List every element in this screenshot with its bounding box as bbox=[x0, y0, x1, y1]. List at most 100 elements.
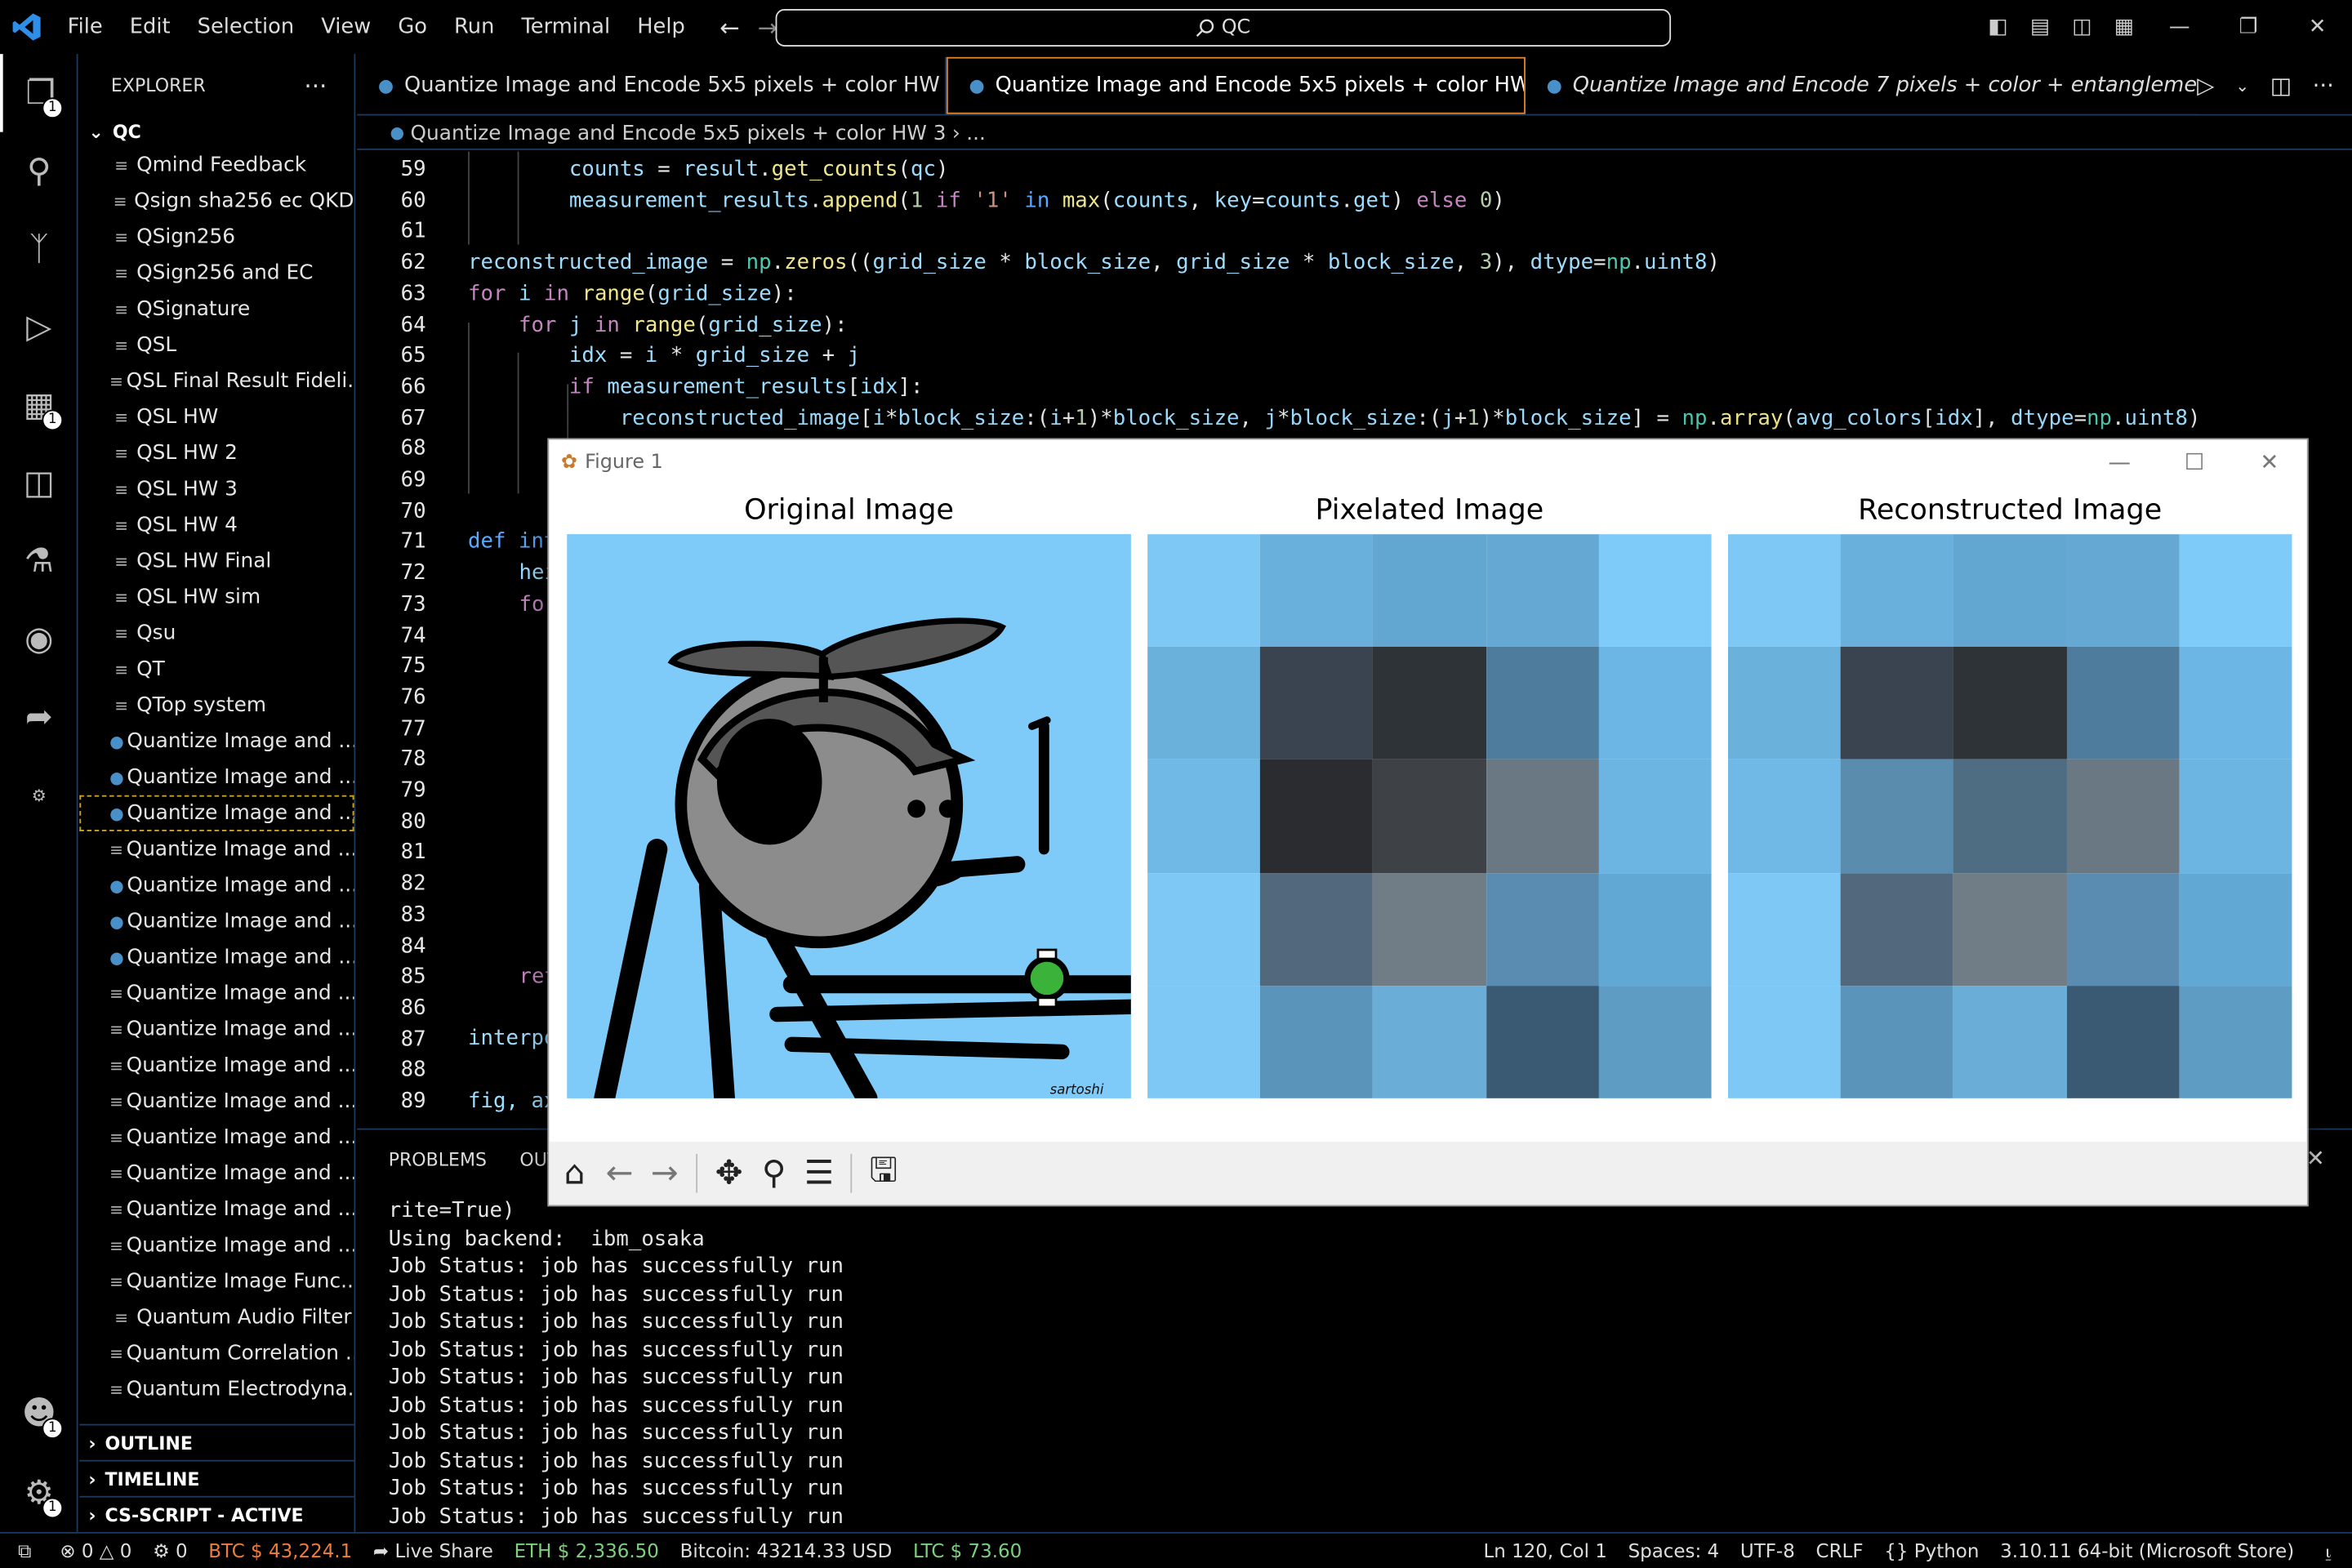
eth-price[interactable]: ETH $ 2,336.50 bbox=[504, 1539, 670, 1562]
file-item[interactable]: ≡ Quantize Image and ... bbox=[79, 1084, 354, 1120]
restore-icon[interactable]: ❐ bbox=[2214, 15, 2283, 38]
problems-status[interactable]: ⊗ 0 △ 0 bbox=[49, 1539, 142, 1562]
tab-7-pixels[interactable]: ● Quantize Image and Encode 7 pixels + co… bbox=[1526, 56, 2216, 114]
run-python-icon[interactable]: ▷ bbox=[2197, 72, 2214, 99]
menu-file[interactable]: File bbox=[54, 15, 116, 38]
breadcrumb[interactable]: ● Quantize Image and Encode 5x5 pixels +… bbox=[357, 117, 2352, 150]
figure-minimize-icon[interactable]: — bbox=[2082, 439, 2157, 484]
end-of-line[interactable]: CRLF bbox=[1806, 1539, 1874, 1562]
file-item[interactable]: ● Quantize Image and ... bbox=[79, 760, 354, 795]
file-item[interactable]: ≡ QSL HW Final bbox=[79, 543, 354, 579]
indentation[interactable]: Spaces: 4 bbox=[1618, 1539, 1730, 1562]
file-item[interactable]: ≡ Qsign sha256 ec QKD bbox=[79, 183, 354, 219]
file-item[interactable]: ≡ Quantum Electrodyna... bbox=[79, 1371, 354, 1407]
home-icon[interactable]: ⌂ bbox=[555, 1155, 595, 1192]
tab-hw3[interactable]: ● Quantize Image and Encode 5x5 pixels + … bbox=[946, 56, 1526, 114]
file-item[interactable]: ≡ QSL HW 2 bbox=[79, 435, 354, 471]
save-figure-icon[interactable]: 🖫 bbox=[864, 1145, 903, 1202]
file-item[interactable]: ≡ Quantum Correlation ... bbox=[79, 1335, 354, 1371]
timeline-section[interactable]: › TIMELINE bbox=[79, 1459, 356, 1496]
terminal-output[interactable]: rite=True) Using backend: ibm_osaka Job St… bbox=[389, 1197, 844, 1530]
file-item[interactable]: ≡ QSL HW 3 bbox=[79, 471, 354, 507]
toggle-secondary-sidebar-icon[interactable]: ◫ bbox=[2061, 15, 2103, 38]
outline-section[interactable]: › OUTLINE bbox=[79, 1423, 356, 1460]
ltc-price[interactable]: LTC $ 73.60 bbox=[902, 1539, 1032, 1562]
file-item[interactable]: ≡ QSL HW sim bbox=[79, 579, 354, 615]
python-interpreter[interactable]: 3.10.11 64-bit (Microsoft Store) bbox=[1989, 1539, 2305, 1562]
file-item[interactable]: ≡ QSign256 and EC bbox=[79, 255, 354, 291]
menu-terminal[interactable]: Terminal bbox=[508, 15, 624, 38]
cs-script-section[interactable]: › CS-SCRIPT - ACTIVE bbox=[79, 1495, 356, 1532]
more-actions-icon[interactable]: ··· bbox=[304, 71, 327, 100]
remote-icon[interactable]: ⧉ bbox=[0, 1539, 49, 1562]
customize-layout-icon[interactable]: ▦ bbox=[2103, 15, 2145, 38]
source-control-icon[interactable]: ᛉ bbox=[0, 210, 78, 288]
file-item[interactable]: ≡ Quantize Image and ... bbox=[79, 975, 354, 1011]
file-item[interactable]: ≡ Quantize Image and ... bbox=[79, 1120, 354, 1156]
bitcoin-usd[interactable]: Bitcoin: 43214.33 USD bbox=[670, 1539, 902, 1562]
figure-maximize-icon[interactable]: ☐ bbox=[2157, 439, 2232, 484]
live-share-icon[interactable]: ➦ bbox=[0, 678, 78, 756]
file-item[interactable]: ≡ QSL bbox=[79, 327, 354, 363]
menu-selection[interactable]: Selection bbox=[184, 15, 308, 38]
extensions-icon[interactable]: ▦ 1 bbox=[0, 366, 78, 444]
figure-close-icon[interactable]: ✕ bbox=[2232, 439, 2307, 484]
menu-go[interactable]: Go bbox=[385, 15, 441, 38]
github-icon[interactable]: ◉ bbox=[0, 600, 78, 679]
toggle-primary-sidebar-icon[interactable]: ◧ bbox=[1977, 15, 2019, 38]
file-item[interactable]: ≡ QSL Final Result Fideli... bbox=[79, 363, 354, 399]
file-item[interactable]: ≡ Quantize Image and ... bbox=[79, 1227, 354, 1263]
notifications-bell-icon[interactable]: ⍸ bbox=[2305, 1539, 2352, 1562]
btc-price[interactable]: BTC $ 43,224.1 bbox=[198, 1539, 363, 1562]
language-mode[interactable]: {} Python bbox=[1873, 1539, 1989, 1562]
close-window-icon[interactable]: ✕ bbox=[2283, 15, 2351, 38]
cursor-position[interactable]: Ln 120, Col 1 bbox=[1473, 1539, 1618, 1562]
back-arrow-icon[interactable]: ← bbox=[719, 13, 740, 42]
file-item[interactable]: ≡ QT bbox=[79, 651, 354, 687]
toggle-panel-icon[interactable]: ▤ bbox=[2019, 15, 2060, 38]
search-view-icon[interactable]: ⚲ bbox=[0, 132, 78, 211]
file-item[interactable]: ● Quantize Image and ... bbox=[79, 724, 354, 760]
file-item[interactable]: ≡ QSignature bbox=[79, 291, 354, 327]
pan-icon[interactable]: ✥ bbox=[710, 1155, 749, 1192]
run-debug-icon[interactable]: ▷ bbox=[0, 288, 78, 367]
manage-gear-icon[interactable]: ⚙ 1 bbox=[0, 1454, 78, 1532]
editor-more-icon[interactable]: ··· bbox=[2313, 72, 2334, 99]
menu-edit[interactable]: Edit bbox=[116, 15, 184, 38]
file-item[interactable]: ● Quantize Image and ... bbox=[79, 939, 354, 975]
file-item[interactable]: ≡ QTop system bbox=[79, 687, 354, 723]
file-item[interactable]: ≡ Quantize Image and ... bbox=[79, 1156, 354, 1192]
file-item[interactable]: ≡ Quantum Audio Filter bbox=[79, 1299, 354, 1335]
encoding[interactable]: UTF-8 bbox=[1730, 1539, 1806, 1562]
scrypt-icon[interactable]: ⚙ bbox=[0, 756, 78, 835]
file-item[interactable]: ≡ QSL HW bbox=[79, 399, 354, 435]
menu-run[interactable]: Run bbox=[441, 15, 508, 38]
menu-view[interactable]: View bbox=[308, 15, 385, 38]
file-item[interactable]: ≡ Qsu bbox=[79, 615, 354, 651]
forward-icon[interactable]: → bbox=[645, 1155, 684, 1192]
file-item[interactable]: ≡ Quantize Image Func... bbox=[79, 1263, 354, 1299]
back-icon[interactable]: ← bbox=[600, 1155, 639, 1192]
file-item[interactable]: ● Quantize Image and ... bbox=[79, 795, 354, 831]
file-item[interactable]: ≡ QSL HW 4 bbox=[79, 507, 354, 543]
live-share-status[interactable]: ➦ Live Share bbox=[363, 1539, 504, 1562]
file-item[interactable]: ● Quantize Image and ... bbox=[79, 903, 354, 939]
remote-explorer-icon[interactable]: ◫ bbox=[0, 444, 78, 523]
file-item[interactable]: ≡ Qmind Feedback bbox=[79, 147, 354, 183]
file-item[interactable]: ≡ Quantize Image and ... bbox=[79, 831, 354, 867]
folder-qc[interactable]: ⌄ QC bbox=[79, 117, 354, 147]
split-editor-icon[interactable]: ◫ bbox=[2270, 72, 2292, 99]
file-item[interactable]: ≡ Quantize Image and ... bbox=[79, 1011, 354, 1047]
ports-status[interactable]: ⚙ 0 bbox=[142, 1539, 198, 1562]
configure-subplots-icon[interactable]: ☰ bbox=[800, 1155, 839, 1192]
file-item[interactable]: ● Quantize Image and ... bbox=[79, 867, 354, 903]
tab-problems[interactable]: PROBLEMS bbox=[389, 1149, 487, 1170]
zoom-icon[interactable]: ⚲ bbox=[755, 1155, 794, 1192]
file-item[interactable]: ≡ QSign256 bbox=[79, 219, 354, 255]
accounts-icon[interactable]: ☻ 1 bbox=[0, 1374, 78, 1453]
file-item[interactable]: ≡ Quantize Image and ... bbox=[79, 1192, 354, 1227]
run-dropdown-icon[interactable]: ⌄ bbox=[2235, 76, 2249, 96]
menu-help[interactable]: Help bbox=[624, 15, 699, 38]
command-center-search[interactable]: QC bbox=[775, 9, 1672, 47]
close-panel-icon[interactable]: ✕ bbox=[2306, 1145, 2325, 1172]
